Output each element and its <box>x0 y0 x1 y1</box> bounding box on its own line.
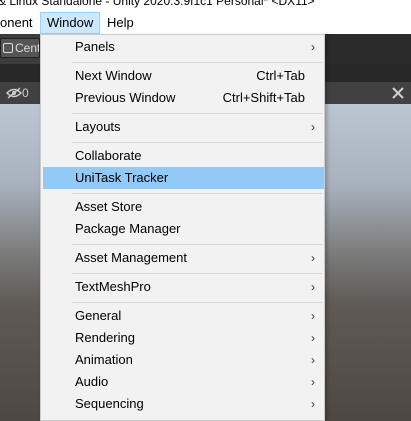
menu-item-shortcut: Ctrl+Shift+Tab <box>222 90 305 105</box>
menu-item-previous-window[interactable]: Previous Window Ctrl+Shift+Tab <box>43 87 324 109</box>
menu-separator <box>72 302 322 303</box>
toolbar-right-area <box>318 34 411 64</box>
submenu-arrow-icon: › <box>311 375 315 389</box>
menu-separator <box>72 244 322 245</box>
menu-item-shortcut: Ctrl+Tab <box>256 68 305 83</box>
menu-item-asset-management[interactable]: Asset Management › <box>43 247 324 269</box>
menu-item-label: Rendering <box>75 330 135 345</box>
menu-separator <box>72 62 322 63</box>
menu-item-collaborate[interactable]: Collaborate <box>43 145 324 167</box>
window-menu-dropdown: Panels › Next Window Ctrl+Tab Previous W… <box>40 34 325 421</box>
wrench-icon <box>392 87 404 99</box>
menu-item-rendering[interactable]: Rendering › <box>43 327 324 349</box>
menu-item-label: Panels <box>75 39 115 54</box>
submenu-arrow-icon: › <box>311 120 315 134</box>
submenu-arrow-icon: › <box>311 397 315 411</box>
menu-item-label: Audio <box>75 374 109 389</box>
menu-item-asset-store[interactable]: Asset Store <box>43 196 324 218</box>
menu-item-label: Sequencing <box>75 396 144 411</box>
submenu-arrow-icon: › <box>311 331 315 345</box>
menu-item-panels[interactable]: Panels › <box>43 36 324 58</box>
menu-bar: onent Window Help <box>0 12 411 34</box>
menu-item-animation[interactable]: Animation › <box>43 349 324 371</box>
menu-item-label: Package Manager <box>75 221 181 236</box>
hidden-object-count: 0 <box>22 86 29 100</box>
pivot-center-label: Cent <box>15 41 40 55</box>
submenu-arrow-icon: › <box>311 280 315 294</box>
tools-icon[interactable] <box>390 85 406 101</box>
menu-separator <box>72 193 322 194</box>
menu-item-sequencing[interactable]: Sequencing › <box>43 393 324 415</box>
center-icon <box>3 43 13 53</box>
menu-separator <box>72 142 322 143</box>
menu-item-label: Animation <box>75 352 133 367</box>
menu-window[interactable]: Window <box>40 12 101 34</box>
hidden-eye-icon <box>6 87 22 99</box>
menu-item-label: Previous Window <box>75 90 176 105</box>
submenu-arrow-icon: › <box>311 353 315 367</box>
submenu-arrow-icon: › <box>311 40 315 54</box>
menu-item-textmeshpro[interactable]: TextMeshPro › <box>43 276 324 298</box>
window-title-bar: & Linux Standalone - Unity 2020.3.9f1c1 … <box>0 0 411 12</box>
scene-visibility-toggle[interactable]: 0 <box>6 85 29 101</box>
submenu-arrow-icon: › <box>311 309 315 323</box>
menu-item-audio[interactable]: Audio › <box>43 371 324 393</box>
menu-help[interactable]: Help <box>101 12 140 34</box>
menu-item-label: Asset Store <box>75 199 143 214</box>
submenu-arrow-icon: › <box>311 251 315 265</box>
menu-item-general[interactable]: General › <box>43 305 324 327</box>
menu-separator <box>72 273 322 274</box>
menu-item-unitask-tracker[interactable]: UniTask Tracker <box>43 167 324 189</box>
menu-item-layouts[interactable]: Layouts › <box>43 116 324 138</box>
menu-item-label: Asset Management <box>75 250 188 265</box>
menu-item-label: Collaborate <box>75 148 142 163</box>
menu-component[interactable]: onent <box>0 12 39 34</box>
menu-item-package-manager[interactable]: Package Manager <box>43 218 324 240</box>
menu-item-label: UniTask Tracker <box>75 170 169 185</box>
menu-item-next-window[interactable]: Next Window Ctrl+Tab <box>43 65 324 87</box>
menu-item-label: Next Window <box>75 68 152 83</box>
menu-item-label: Layouts <box>75 119 121 134</box>
menu-item-label: General <box>75 308 122 323</box>
window-title: & Linux Standalone - Unity 2020.3.9f1c1 … <box>0 0 315 8</box>
pivot-center-toggle[interactable]: Cent <box>0 38 40 58</box>
menu-item-label: TextMeshPro <box>75 279 151 294</box>
menu-separator <box>72 113 322 114</box>
